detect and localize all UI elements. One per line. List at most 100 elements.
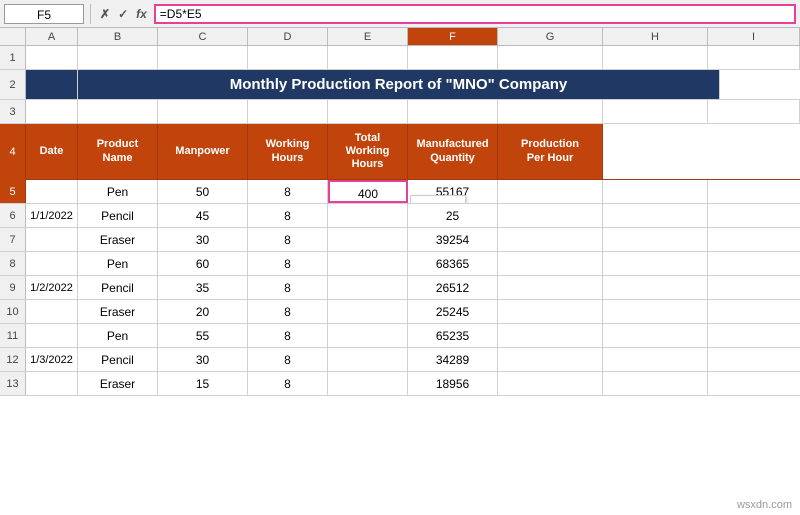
cell-A1[interactable] — [26, 46, 78, 69]
cell-D5[interactable]: 8 — [248, 180, 328, 203]
cell-H12[interactable] — [498, 348, 603, 371]
cell-C7[interactable]: 30 — [158, 228, 248, 251]
cell-D12[interactable]: 8 — [248, 348, 328, 371]
cell-B7[interactable]: Eraser — [78, 228, 158, 251]
title-cell[interactable]: Monthly Production Report of "MNO" Compa… — [78, 70, 720, 99]
formula-input[interactable] — [154, 4, 796, 24]
cell-I11[interactable] — [603, 324, 708, 347]
cell-C3[interactable] — [158, 100, 248, 123]
cell-I6[interactable] — [603, 204, 708, 227]
cell-A8[interactable] — [26, 252, 78, 275]
name-box[interactable]: F5 — [4, 4, 84, 24]
cell-I9[interactable] — [603, 276, 708, 299]
col-header-G[interactable]: G — [498, 28, 603, 45]
cell-D6[interactable]: 8 — [248, 204, 328, 227]
cell-D8[interactable]: 8 — [248, 252, 328, 275]
cell-D7[interactable]: 8 — [248, 228, 328, 251]
cell-B5[interactable]: Pen — [78, 180, 158, 203]
cell-H1[interactable] — [603, 46, 708, 69]
col-header-A[interactable]: A — [26, 28, 78, 45]
confirm-icon[interactable]: ✓ — [115, 7, 131, 21]
cell-G6[interactable]: 25 — [408, 204, 498, 227]
cell-G12[interactable]: 34289 — [408, 348, 498, 371]
col-header-C[interactable]: C — [158, 28, 248, 45]
cell-I12[interactable] — [603, 348, 708, 371]
cell-F11[interactable] — [328, 324, 408, 347]
cell-C1[interactable] — [158, 46, 248, 69]
cell-E3[interactable] — [328, 100, 408, 123]
cell-A6[interactable]: 1/1/2022 — [26, 204, 78, 227]
cell-G11[interactable]: 65235 — [408, 324, 498, 347]
cell-F1[interactable] — [408, 46, 498, 69]
col-header-I[interactable]: I — [708, 28, 800, 45]
cell-F7[interactable] — [328, 228, 408, 251]
cell-D3[interactable] — [248, 100, 328, 123]
cell-D9[interactable]: 8 — [248, 276, 328, 299]
cell-C12[interactable]: 30 — [158, 348, 248, 371]
cell-F8[interactable] — [328, 252, 408, 275]
cell-B13[interactable]: Eraser — [78, 372, 158, 395]
cell-I10[interactable] — [603, 300, 708, 323]
cell-G8[interactable]: 68365 — [408, 252, 498, 275]
cell-I8[interactable] — [603, 252, 708, 275]
cell-A5[interactable] — [26, 180, 78, 203]
cell-D1[interactable] — [248, 46, 328, 69]
cancel-icon[interactable]: ✗ — [97, 7, 113, 21]
cell-A3[interactable] — [26, 100, 78, 123]
cell-A9[interactable]: 1/2/2022 — [26, 276, 78, 299]
cell-H5[interactable] — [498, 180, 603, 203]
cell-F6[interactable] — [328, 204, 408, 227]
cell-A10[interactable] — [26, 300, 78, 323]
cell-F10[interactable] — [328, 300, 408, 323]
cell-C13[interactable]: 15 — [158, 372, 248, 395]
col-header-D[interactable]: D — [248, 28, 328, 45]
cell-A13[interactable] — [26, 372, 78, 395]
insert-function-icon[interactable]: fx — [133, 7, 150, 21]
cell-C6[interactable]: 45 — [158, 204, 248, 227]
cell-A7[interactable] — [26, 228, 78, 251]
cell-F3[interactable] — [408, 100, 498, 123]
cell-C5[interactable]: 50 — [158, 180, 248, 203]
cell-B3[interactable] — [78, 100, 158, 123]
cell-F9[interactable] — [328, 276, 408, 299]
cell-B12[interactable]: Pencil — [78, 348, 158, 371]
cell-H11[interactable] — [498, 324, 603, 347]
cell-A2[interactable] — [26, 70, 78, 99]
cell-H7[interactable] — [498, 228, 603, 251]
cell-A12[interactable]: 1/3/2022 — [26, 348, 78, 371]
cell-I1[interactable] — [708, 46, 800, 69]
cell-C9[interactable]: 35 — [158, 276, 248, 299]
cell-E1[interactable] — [328, 46, 408, 69]
cell-H10[interactable] — [498, 300, 603, 323]
cell-B9[interactable]: Pencil — [78, 276, 158, 299]
cell-I3[interactable] — [708, 100, 800, 123]
cell-B1[interactable] — [78, 46, 158, 69]
cell-H9[interactable] — [498, 276, 603, 299]
cell-B11[interactable]: Pen — [78, 324, 158, 347]
cell-G9[interactable]: 26512 — [408, 276, 498, 299]
cell-H3[interactable] — [603, 100, 708, 123]
cell-C8[interactable]: 60 — [158, 252, 248, 275]
cell-G5[interactable]: 55167 📋(Ctrl)·⊞ — [408, 180, 498, 203]
cell-G3[interactable] — [498, 100, 603, 123]
cell-B8[interactable]: Pen — [78, 252, 158, 275]
cell-I5[interactable] — [603, 180, 708, 203]
cell-B10[interactable]: Eraser — [78, 300, 158, 323]
cell-G7[interactable]: 39254 — [408, 228, 498, 251]
cell-H13[interactable] — [498, 372, 603, 395]
cell-A11[interactable] — [26, 324, 78, 347]
cell-G10[interactable]: 25245 — [408, 300, 498, 323]
paste-tooltip[interactable]: 📋(Ctrl)·⊞ — [410, 195, 466, 203]
col-header-H[interactable]: H — [603, 28, 708, 45]
cell-I7[interactable] — [603, 228, 708, 251]
cell-C10[interactable]: 20 — [158, 300, 248, 323]
col-header-F[interactable]: F — [408, 28, 498, 45]
cell-D10[interactable]: 8 — [248, 300, 328, 323]
cell-G1[interactable] — [498, 46, 603, 69]
cell-D11[interactable]: 8 — [248, 324, 328, 347]
cell-F13[interactable] — [328, 372, 408, 395]
cell-B6[interactable]: Pencil — [78, 204, 158, 227]
cell-F5[interactable]: 400 — [328, 180, 408, 203]
col-header-B[interactable]: B — [78, 28, 158, 45]
col-header-E[interactable]: E — [328, 28, 408, 45]
